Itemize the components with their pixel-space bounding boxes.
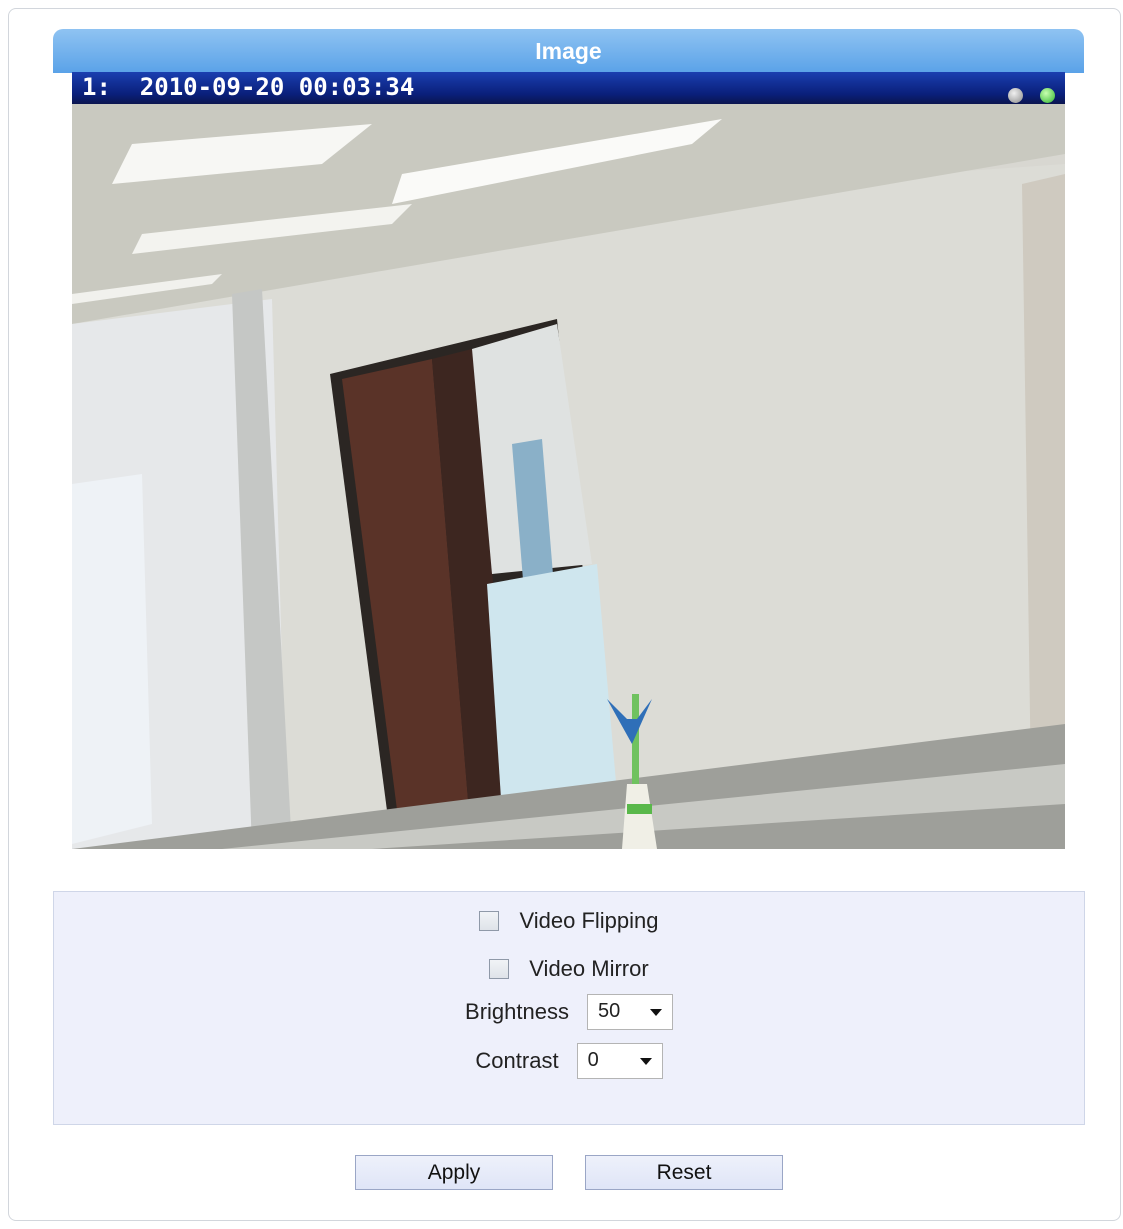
chevron-down-icon bbox=[639, 1058, 652, 1065]
video-flipping-label: Video Flipping bbox=[519, 908, 659, 933]
contrast-row: Contrast 0 bbox=[54, 1043, 1084, 1079]
osd-timestamp: 1: 2010-09-20 00:03:34 bbox=[82, 73, 415, 101]
apply-button[interactable]: Apply bbox=[355, 1155, 553, 1190]
contrast-select[interactable]: 0 bbox=[576, 1043, 663, 1079]
chevron-down-icon bbox=[649, 1009, 662, 1016]
contrast-label: Contrast bbox=[475, 1048, 559, 1073]
status-green-icon bbox=[1040, 88, 1055, 103]
brightness-row: Brightness 50 bbox=[54, 994, 1084, 1030]
brightness-label: Brightness bbox=[465, 999, 569, 1024]
video-preview: 1: 2010-09-20 00:03:34 bbox=[72, 72, 1065, 849]
brightness-value: 50 bbox=[597, 1000, 621, 1022]
video-flipping-checkbox[interactable] bbox=[479, 911, 500, 931]
brightness-select[interactable]: 50 bbox=[586, 994, 673, 1030]
video-mirror-checkbox[interactable] bbox=[489, 959, 510, 979]
video-mirror-label: Video Mirror bbox=[529, 956, 649, 981]
settings-panel: Video Flipping Video Mirror Brightness 5… bbox=[53, 891, 1085, 1125]
osd-bar: 1: 2010-09-20 00:03:34 bbox=[72, 72, 1065, 104]
status-gray-icon bbox=[1007, 88, 1023, 103]
video-mirror-row: Video Mirror bbox=[54, 956, 1084, 982]
reset-button[interactable]: Reset bbox=[585, 1155, 783, 1190]
contrast-value: 0 bbox=[587, 1049, 599, 1071]
panel-title: Image bbox=[53, 29, 1084, 73]
video-flipping-row: Video Flipping bbox=[54, 908, 1084, 934]
camera-image bbox=[72, 104, 1065, 849]
